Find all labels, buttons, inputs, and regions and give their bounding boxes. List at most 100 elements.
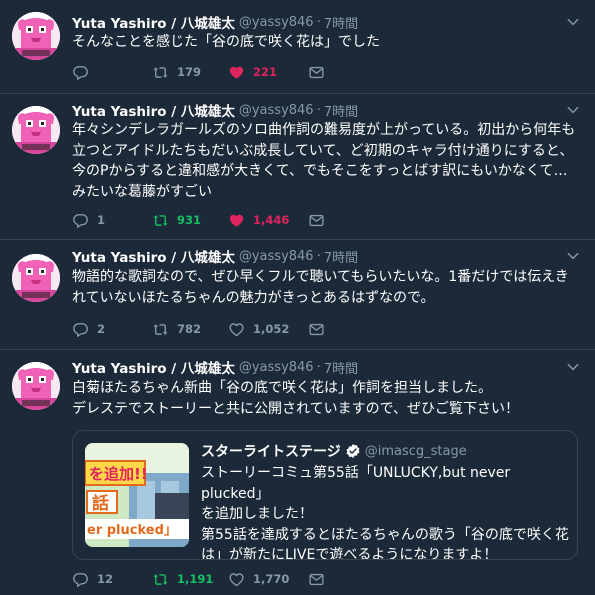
dm-icon [308,571,325,588]
quoted-account-name[interactable]: スターライトステージ [201,441,341,461]
reply-button[interactable]: 12 [72,571,152,588]
tweet-text: 白菊ほたるちゃん新曲「谷の底で咲く花は」作詞を担当しました。 デレステでストーリ… [72,378,582,419]
heart-icon [228,212,245,229]
author-name[interactable]: Yuta Yashiro / 八城雄太 [72,12,235,32]
tweet-header: Yuta Yashiro / 八城雄太 @yassy846 · 7時間 [72,246,358,266]
reply-icon [72,64,89,81]
avatar[interactable] [12,12,60,60]
tweet-header: Yuta Yashiro / 八城雄太 @yassy846 · 7時間 [72,100,358,120]
tweet[interactable]: Yuta Yashiro / 八城雄太 @yassy846 · 7時間 年々シン… [0,94,595,240]
quoted-account-handle[interactable]: @imascg_stage [365,444,467,459]
dm-icon [308,64,325,81]
separator-dot: · [316,102,321,118]
quoted-tweet-image[interactable]: を追加!! 話 er plucked」 [85,443,189,547]
reply-count: 2 [97,322,106,336]
like-button[interactable]: 1,446 [228,212,308,229]
author-handle[interactable]: @yassy846 [239,249,314,264]
like-button[interactable]: 1,770 [228,571,308,588]
author-name[interactable]: Yuta Yashiro / 八城雄太 [72,357,235,377]
retweet-icon [152,64,169,81]
chevron-down-icon[interactable] [565,359,581,375]
like-count: 1,052 [253,322,290,336]
dm-button[interactable] [308,64,325,81]
dm-icon [308,321,325,338]
tweet-text-line: みたいな葛藤がすごい [72,183,212,200]
quoted-text-line: ストーリーコミュ第55話「UNLUCKY,but never plucked」 [201,465,511,502]
image-text-mid: 話 [92,493,109,514]
author-handle[interactable]: @yassy846 [239,360,314,375]
author-name[interactable]: Yuta Yashiro / 八城雄太 [72,100,235,120]
tweet-actions: 1 931 1,446 [72,210,325,230]
reply-button[interactable] [72,64,152,81]
timestamp[interactable]: 7時間 [324,13,358,32]
tweet-text-line: そんなことを感じた「谷の底で咲く花は」でした [72,34,380,50]
reply-button[interactable]: 2 [72,321,152,338]
quoted-tweet-card[interactable]: を追加!! 話 er plucked」 スターライトステージ @imascg_s… [72,430,578,560]
tweet-header: Yuta Yashiro / 八城雄太 @yassy846 · 7時間 [72,357,358,377]
retweet-button[interactable]: 1,191 [152,571,228,588]
avatar[interactable] [12,362,60,410]
tweet-actions: 12 1,191 1,770 [72,569,325,589]
reply-icon [72,571,89,588]
quoted-text-line: は」が新たにLIVEで遊べるようになりますよ！ [201,547,498,560]
heart-icon [228,571,245,588]
verified-icon [346,444,360,458]
dm-button[interactable] [308,571,325,588]
timestamp[interactable]: 7時間 [324,247,358,266]
tweet-text-line: れていないほたるちゃんの魅力がきっとあるはずなので。 [72,289,435,306]
timestamp[interactable]: 7時間 [324,101,358,120]
like-count: 1,446 [253,213,290,227]
retweet-icon [152,571,169,588]
chevron-down-icon[interactable] [565,102,581,118]
tweet-header: Yuta Yashiro / 八城雄太 @yassy846 · 7時間 [72,12,358,32]
reply-icon [72,212,89,229]
like-button[interactable]: 221 [228,64,308,81]
dm-button[interactable] [308,212,325,229]
author-handle[interactable]: @yassy846 [239,15,314,30]
retweet-button[interactable]: 782 [152,321,228,338]
tweet-text-line: 白菊ほたるちゃん新曲「谷の底で咲く花は」作詞を担当しました。 [72,380,492,396]
chevron-down-icon[interactable] [565,248,581,264]
tweet[interactable]: Yuta Yashiro / 八城雄太 @yassy846 · 7時間 白菊ほた… [0,350,595,595]
quoted-text-line: を追加しました！ [201,506,313,522]
image-text-top: を追加!! [89,465,148,483]
reply-button[interactable]: 1 [72,212,152,229]
retweet-count: 179 [177,65,202,79]
like-count: 221 [253,65,278,79]
heart-icon [228,64,245,81]
tweet-text: 物語的な歌詞なので、ぜひ早くフルで聴いてもらいたいな。1番だけでは伝えき れてい… [72,267,582,308]
image-art: を追加!! 話 er plucked」 [85,443,189,547]
dm-button[interactable] [308,321,325,338]
tweet-text-line: 今のPからすると違和感が大きくて、でもそこをすっとばす訳にもいかなくて… [72,163,568,179]
retweet-icon [152,212,169,229]
retweet-count: 782 [177,322,202,336]
image-text-bottom: er plucked」 [87,523,177,538]
tweet-text-line: デレステでストーリーと共に公開されていますので、ぜひご覧下さい！ [72,400,520,417]
retweet-button[interactable]: 179 [152,64,228,81]
author-name[interactable]: Yuta Yashiro / 八城雄太 [72,246,235,266]
author-handle[interactable]: @yassy846 [239,103,314,118]
reply-icon [72,321,89,338]
heart-icon [228,321,245,338]
avatar[interactable] [12,254,60,302]
tweet-text-line: 立つとアイドルたちもだいぶ成長していて、ど初期のキャラ付け通りにすると、 [72,142,574,159]
separator-dot: · [316,14,321,30]
separator-dot: · [316,248,321,264]
retweet-icon [152,321,169,338]
quoted-tweet-text: ストーリーコミュ第55話「UNLUCKY,but never plucked」 … [201,463,571,560]
dm-icon [308,212,325,229]
tweet[interactable]: Yuta Yashiro / 八城雄太 @yassy846 · 7時間 そんなこ… [0,0,595,94]
timestamp[interactable]: 7時間 [324,358,358,377]
chevron-down-icon[interactable] [565,14,581,30]
like-button[interactable]: 1,052 [228,321,308,338]
tweet-text-line: 年々シンデレラガールズのソロ曲作詞の難易度が上がっている。初出から何年も [72,122,576,138]
retweet-count: 1,191 [177,572,214,586]
tweet-actions: 179 221 [72,62,325,82]
tweet-text-line: 物語的な歌詞なので、ぜひ早くフルで聴いてもらいたいな。1番だけでは伝えき [72,269,569,285]
avatar[interactable] [12,106,60,154]
tweet-text: 年々シンデレラガールズのソロ曲作詞の難易度が上がっている。初出から何年も 立つと… [72,120,582,202]
like-count: 1,770 [253,572,290,586]
retweet-button[interactable]: 931 [152,212,228,229]
tweet[interactable]: Yuta Yashiro / 八城雄太 @yassy846 · 7時間 物語的な… [0,240,595,350]
tweet-text: そんなことを感じた「谷の底で咲く花は」でした [72,32,582,53]
